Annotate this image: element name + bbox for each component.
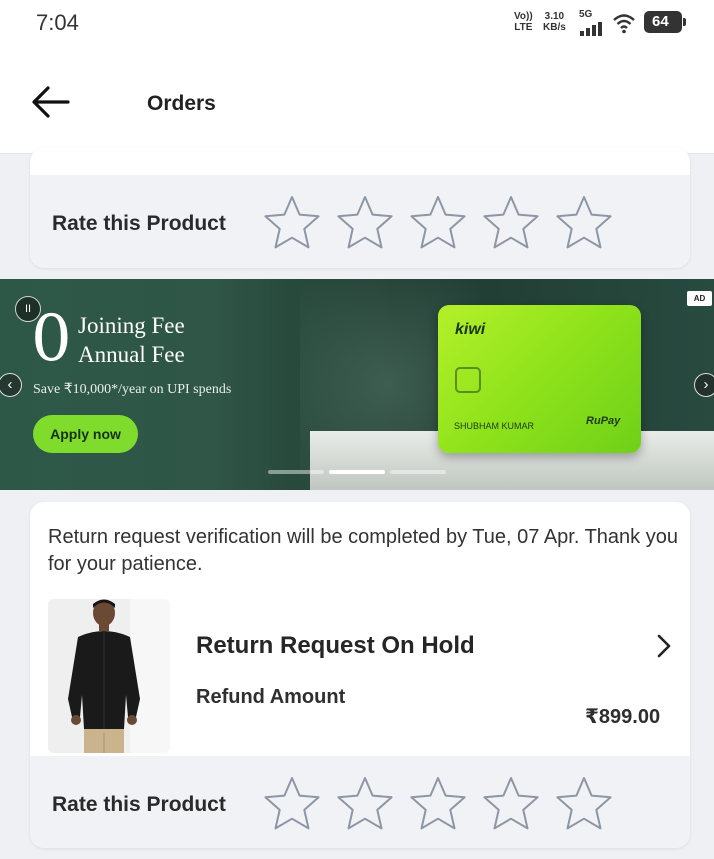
star-icon[interactable] (481, 774, 541, 834)
carousel-dot[interactable] (268, 470, 324, 474)
rupay-logo: RuPay (586, 415, 621, 427)
star-icon[interactable] (408, 193, 468, 253)
ad-badge: AD (687, 291, 712, 306)
rate-product-strip: Rate this Product (30, 175, 690, 268)
arrow-left-icon[interactable] (28, 82, 74, 122)
status-bar: 7:04 Vo)) LTE 3.10 KB/s 5G 64 (0, 0, 714, 50)
carousel-dot-active[interactable] (329, 470, 385, 474)
generation-label: 5G (579, 9, 593, 20)
lte-label: LTE (514, 22, 533, 33)
product-image (48, 599, 170, 753)
apply-now-button[interactable]: Apply now (33, 415, 138, 453)
order-card: Return request verification will be comp… (30, 502, 690, 848)
banner-annual-fee: Annual Fee (78, 342, 185, 367)
network-speed: 3.10 KB/s (543, 11, 566, 33)
star-rating[interactable] (262, 774, 614, 834)
chevron-right-icon[interactable]: › (694, 373, 714, 397)
signal-icon (580, 22, 602, 36)
page-title: Orders (147, 92, 216, 115)
rate-product-label: Rate this Product (52, 793, 226, 816)
product-thumbnail[interactable] (48, 599, 170, 753)
star-icon[interactable] (262, 774, 322, 834)
volte-label: Vo)) (514, 11, 533, 22)
return-verification-message: Return request verification will be comp… (48, 526, 678, 575)
kiwi-logo: kiwi (455, 321, 486, 338)
network-indicator: Vo)) LTE (514, 11, 533, 33)
app-header: Orders (0, 50, 714, 154)
refund-amount-label: Refund Amount (196, 686, 346, 708)
star-icon[interactable] (554, 774, 614, 834)
refund-amount-value: ₹899.00 (585, 706, 661, 728)
chevron-left-icon[interactable]: ‹ (0, 373, 22, 397)
order-card-previous: Rate this Product (30, 148, 690, 268)
chevron-right-icon[interactable] (654, 632, 674, 660)
carousel-indicators (268, 470, 446, 474)
return-status-title[interactable]: Return Request On Hold (196, 632, 475, 660)
banner-zero: 0 (31, 302, 72, 376)
rate-product-label: Rate this Product (52, 212, 226, 235)
scan-icon (455, 367, 481, 393)
ad-banner[interactable]: II 0 Joining Fee Annual Fee Save ₹10,000… (0, 279, 714, 490)
star-icon[interactable] (335, 193, 395, 253)
wifi-icon (613, 14, 635, 34)
carousel-dot[interactable] (390, 470, 446, 474)
battery-icon: 64 (644, 11, 686, 33)
star-rating[interactable] (262, 193, 614, 253)
speed-unit: KB/s (543, 22, 566, 33)
status-time: 7:04 (36, 10, 79, 35)
kiwi-credit-card-image: kiwi SHUBHAM KUMAR RuPay (438, 305, 641, 453)
speed-value: 3.10 (544, 11, 565, 22)
banner-joining-fee: Joining Fee (78, 313, 185, 338)
card-holder-name: SHUBHAM KUMAR (454, 421, 535, 431)
banner-savings-text: Save ₹10,000*/year on UPI spends (33, 382, 232, 397)
star-icon[interactable] (335, 774, 395, 834)
star-icon[interactable] (262, 193, 322, 253)
star-icon[interactable] (554, 193, 614, 253)
star-icon[interactable] (481, 193, 541, 253)
star-icon[interactable] (408, 774, 468, 834)
rate-product-strip: Rate this Product (30, 756, 690, 848)
